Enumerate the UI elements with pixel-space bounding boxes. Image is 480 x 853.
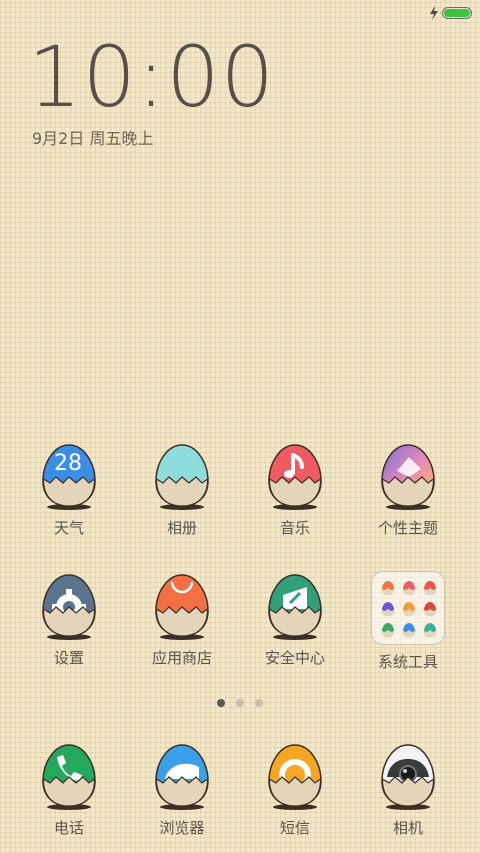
folder-icon — [371, 571, 445, 645]
mini-app-icon — [403, 581, 415, 595]
app-weather[interactable]: 28 天气 — [14, 443, 124, 538]
app-label: 安全中心 — [264, 649, 325, 667]
app-label: 应用商店 — [151, 649, 212, 667]
mini-app-icon — [424, 581, 436, 595]
browser-icon — [155, 744, 209, 810]
folder-system-tools[interactable]: 系统工具 — [353, 571, 463, 672]
mini-app-icon — [382, 581, 394, 595]
battery-fill — [444, 9, 470, 17]
mini-app-icon — [382, 623, 394, 637]
page-dot-1[interactable] — [217, 699, 225, 707]
app-label: 设置 — [53, 649, 84, 667]
app-themes[interactable]: 个性主题 — [353, 443, 463, 538]
app-security-center[interactable]: 安全中心 — [240, 573, 350, 668]
camera-icon — [381, 744, 435, 810]
security-center-icon — [268, 574, 322, 640]
weather-temp-badge: 28 — [54, 451, 82, 476]
battery-icon — [442, 7, 472, 19]
themes-icon — [381, 444, 435, 510]
app-gallery[interactable]: 相册 — [127, 443, 237, 538]
charging-icon — [430, 6, 438, 20]
app-label: 相册 — [166, 519, 197, 537]
settings-icon — [42, 574, 96, 640]
app-label: 系统工具 — [377, 653, 438, 671]
lockscreen-date: 9月2日 周五晚上 — [32, 129, 154, 148]
app-store[interactable]: 应用商店 — [127, 573, 237, 668]
phone-icon — [42, 744, 96, 810]
mini-app-icon — [382, 602, 394, 616]
app-browser[interactable]: 浏览器 — [127, 743, 237, 838]
lockscreen-clock: 10:00 — [28, 28, 276, 126]
page-dot-3[interactable] — [255, 699, 263, 707]
app-label: 音乐 — [279, 519, 310, 537]
app-store-icon — [155, 574, 209, 640]
mini-app-icon — [424, 602, 436, 616]
app-messages[interactable]: 短信 — [240, 743, 350, 838]
app-label: 个性主题 — [377, 519, 438, 537]
app-camera[interactable]: 相机 — [353, 743, 463, 838]
gallery-icon — [155, 444, 209, 510]
app-label: 短信 — [279, 819, 310, 837]
mini-app-icon — [403, 602, 415, 616]
music-icon — [268, 444, 322, 510]
app-label: 相机 — [392, 819, 423, 837]
app-label: 电话 — [53, 819, 84, 837]
status-bar — [0, 0, 480, 26]
mini-app-icon — [403, 623, 415, 637]
page-indicator — [0, 699, 480, 709]
app-phone[interactable]: 电话 — [14, 743, 124, 838]
messages-icon — [268, 744, 322, 810]
app-label: 天气 — [53, 519, 84, 537]
app-music[interactable]: 音乐 — [240, 443, 350, 538]
app-settings[interactable]: 设置 — [14, 573, 124, 668]
weather-icon: 28 — [42, 444, 96, 510]
page-dot-2[interactable] — [236, 699, 244, 707]
mini-app-icon — [424, 623, 436, 637]
app-label: 浏览器 — [159, 819, 205, 837]
